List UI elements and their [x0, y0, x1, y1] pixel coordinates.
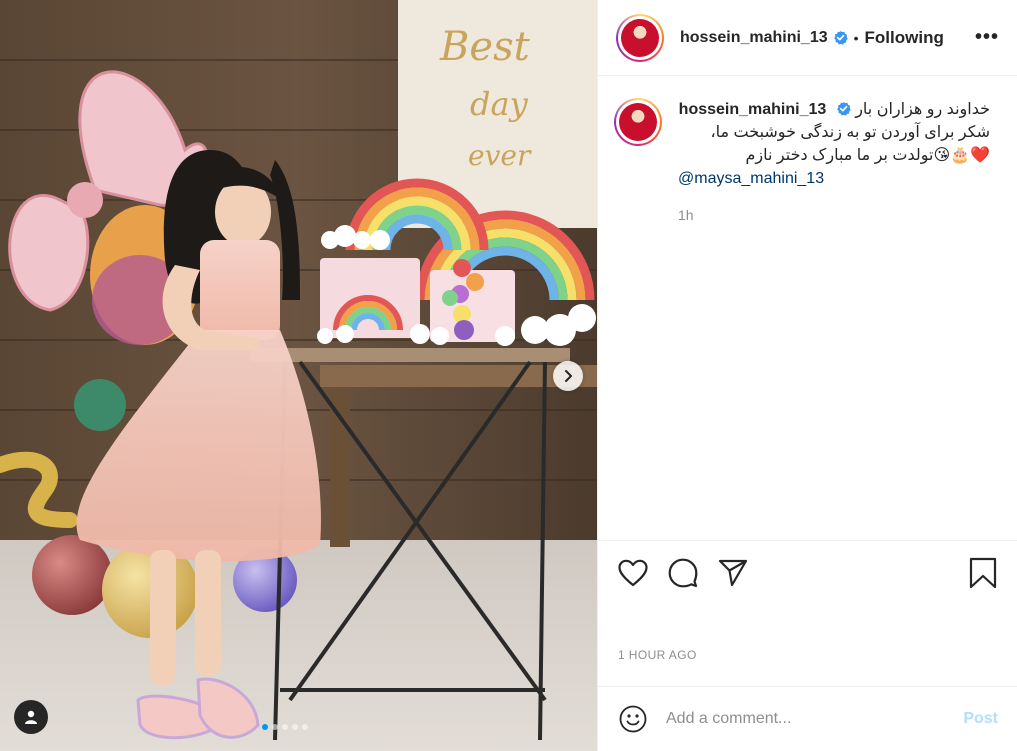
caption: hossein_mahini_13 خداوند رو هزاران بار ش…	[614, 98, 1001, 227]
chevron-right-icon	[565, 370, 572, 382]
more-options-icon[interactable]: •••	[975, 26, 999, 49]
svg-text:ever: ever	[468, 139, 532, 172]
post-timestamp[interactable]: 1 HOUR AGO	[618, 648, 697, 662]
user-icon	[25, 710, 37, 724]
post-comment-button[interactable]: Post	[963, 710, 998, 728]
party-scene-image: Best day ever	[0, 0, 597, 751]
caption-avatar[interactable]	[614, 98, 662, 146]
paper-plane-icon	[718, 559, 748, 586]
next-photo-button[interactable]	[553, 361, 583, 391]
avatar[interactable]	[616, 13, 664, 62]
carousel-dot	[292, 724, 298, 730]
mention-link[interactable]: @maysa_mahini_13	[678, 167, 990, 190]
caption-line: شکر برای آوردن تو به زندگی خوشبخت ما،	[710, 124, 990, 141]
comment-button[interactable]	[666, 556, 700, 590]
caption-line: خداوند رو هزاران بار	[855, 101, 990, 118]
post-details-panel: hossein_mahini_13 • Following ••• hossei…	[597, 0, 1017, 751]
bookmark-icon	[969, 557, 997, 588]
caption-line: ❤️🎂😘تولدت بر ما مبارک دختر نازم	[745, 147, 990, 164]
header-separator: •	[853, 29, 859, 46]
heart-icon	[618, 559, 648, 586]
post-header: hossein_mahini_13 • Following •••	[598, 0, 1017, 76]
smiley-icon	[619, 705, 647, 733]
like-button[interactable]	[616, 556, 650, 590]
following-button[interactable]: Following	[865, 28, 944, 48]
post-photo[interactable]: Best day ever	[0, 0, 597, 751]
verified-badge-icon	[836, 101, 851, 116]
carousel-dot	[282, 724, 288, 730]
carousel-indicator	[262, 724, 308, 730]
comment-bar: Post	[598, 686, 1017, 751]
carousel-dot	[262, 724, 268, 730]
caption-body: hossein_mahini_13 خداوند رو هزاران بار ش…	[678, 98, 990, 167]
share-button[interactable]	[716, 556, 750, 590]
comment-icon	[668, 558, 698, 587]
actions-bar	[598, 540, 1017, 604]
caption-time[interactable]: 1h	[678, 204, 990, 227]
comment-input[interactable]	[666, 710, 926, 728]
svg-text:day: day	[470, 85, 529, 123]
emoji-button[interactable]	[618, 704, 648, 734]
caption-username[interactable]: hossein_mahini_13	[679, 101, 827, 118]
svg-text:Best: Best	[439, 24, 531, 70]
tagged-users-button[interactable]	[14, 700, 48, 734]
username-link[interactable]: hossein_mahini_13	[680, 29, 828, 47]
save-button[interactable]	[966, 556, 1000, 590]
verified-badge-icon	[833, 30, 848, 45]
carousel-dot	[272, 724, 278, 730]
carousel-dot	[302, 724, 308, 730]
